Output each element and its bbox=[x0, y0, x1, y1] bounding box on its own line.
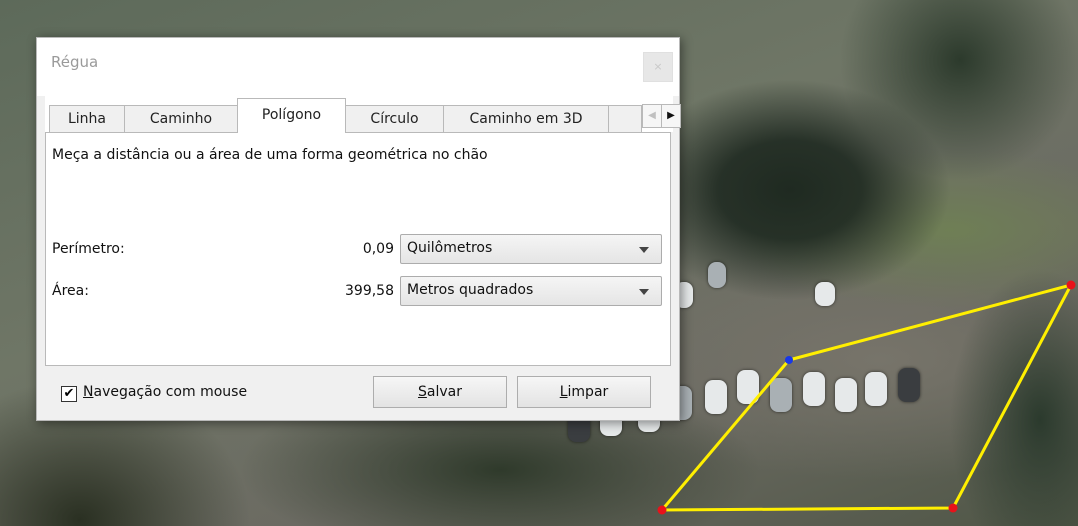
tab-scroll-right-button[interactable]: ▶ bbox=[661, 104, 681, 128]
button-label: impar bbox=[567, 384, 609, 400]
tab-circulo[interactable]: Círculo bbox=[345, 105, 444, 132]
dialog-titlebar[interactable]: Régua × bbox=[37, 38, 679, 96]
instructions-text: Meça a distância ou a área de uma forma … bbox=[52, 147, 488, 163]
measured-polygon bbox=[658, 282, 1074, 512]
tab-overflow[interactable] bbox=[608, 105, 642, 132]
ruler-dialog: Régua × Linha Caminho Polígono Círculo C… bbox=[36, 37, 681, 421]
perimeter-unit-value: Quilômetros bbox=[407, 240, 493, 256]
tab-poligono[interactable]: Polígono bbox=[237, 98, 346, 133]
polygon-vertex-active[interactable] bbox=[785, 356, 793, 364]
area-unit-select[interactable]: Metros quadrados bbox=[400, 276, 662, 306]
label-text: avegação com mouse bbox=[93, 384, 248, 400]
tab-linha[interactable]: Linha bbox=[49, 105, 125, 132]
accelerator-key: S bbox=[418, 384, 427, 400]
tab-caminho[interactable]: Caminho bbox=[124, 105, 238, 132]
area-unit-value: Metros quadrados bbox=[407, 282, 534, 298]
perimeter-unit-select[interactable]: Quilômetros bbox=[400, 234, 662, 264]
perimeter-label: Perímetro: bbox=[52, 241, 125, 257]
polygon-vertex[interactable] bbox=[1066, 280, 1076, 290]
mouse-navigation-checkbox[interactable]: ✔ bbox=[61, 386, 77, 402]
polygon-vertex[interactable] bbox=[948, 503, 958, 513]
polygon-vertex[interactable] bbox=[657, 505, 667, 515]
tab-caminho-em-3d[interactable]: Caminho em 3D bbox=[443, 105, 609, 132]
dropdown-arrow-icon bbox=[639, 247, 649, 253]
tab-bar: Linha Caminho Polígono Círculo Caminho e… bbox=[45, 96, 681, 133]
accelerator-key: L bbox=[559, 384, 568, 400]
area-value: 399,58 bbox=[345, 283, 394, 299]
clear-button[interactable]: Limpar bbox=[517, 376, 651, 408]
close-button[interactable]: × bbox=[643, 52, 673, 82]
tab-scroll-left-button[interactable]: ◀ bbox=[642, 104, 662, 128]
dialog-title: Régua bbox=[51, 53, 99, 71]
save-button[interactable]: Salvar bbox=[373, 376, 507, 408]
area-label: Área: bbox=[52, 283, 89, 299]
perimeter-value: 0,09 bbox=[362, 241, 394, 257]
tab-content-pane: Meça a distância ou a área de uma forma … bbox=[45, 132, 671, 366]
accelerator-key: N bbox=[83, 384, 94, 400]
mouse-navigation-label[interactable]: Navegação com mouse bbox=[83, 384, 247, 400]
button-label: alvar bbox=[426, 384, 462, 400]
dropdown-arrow-icon bbox=[639, 289, 649, 295]
